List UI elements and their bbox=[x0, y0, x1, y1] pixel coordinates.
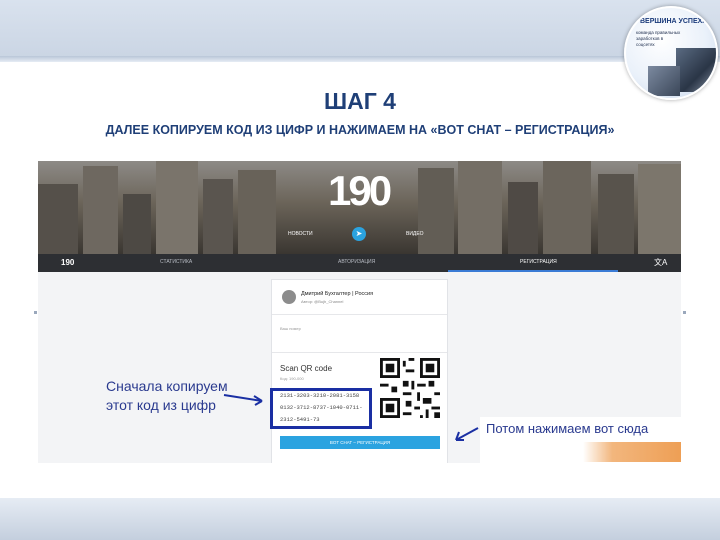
code-highlight-frame bbox=[270, 388, 372, 429]
hero-link-video[interactable]: ВИДЕО bbox=[406, 231, 424, 237]
avatar bbox=[282, 290, 296, 304]
divider bbox=[272, 352, 447, 353]
annotation-line: этот код из цифр bbox=[106, 397, 216, 413]
hero-banner: 190 НОВОСТИ ➤ ВИДЕО bbox=[38, 161, 681, 254]
channel-name: Дмитрий Бухгалтер | Россия bbox=[301, 291, 374, 297]
decor-dot bbox=[34, 311, 37, 314]
nav-item-statistics[interactable]: СТАТИСТИКА bbox=[160, 259, 192, 265]
bot-chat-registration-button[interactable]: BOT CHAT – РЕГИСТРАЦИЯ bbox=[280, 436, 440, 449]
nav-item-authorization[interactable]: АВТОРИЗАЦИЯ bbox=[338, 259, 375, 265]
hero-link-news[interactable]: НОВОСТИ bbox=[288, 231, 313, 237]
bottom-decor-band bbox=[0, 498, 720, 540]
orange-decor-bar bbox=[583, 442, 681, 462]
annotation-copy-code: Сначала копируем этот код из цифр bbox=[106, 377, 228, 415]
annotation-click-here: Потом нажимаем вот сюда bbox=[486, 421, 649, 436]
logo-photo bbox=[676, 48, 716, 92]
divider bbox=[272, 314, 447, 315]
channel-author: Автор: @Bujh_Channel bbox=[301, 299, 344, 304]
active-tab-indicator bbox=[448, 270, 618, 272]
slide-subtitle: ДАЛЕЕ КОПИРУЕМ КОД ИЗ ЦИФР И НАЖИМАЕМ НА… bbox=[105, 123, 615, 137]
step-title: ШАГ 4 bbox=[324, 88, 396, 114]
decor-dot bbox=[683, 311, 686, 314]
field-label: Ваш номер bbox=[280, 326, 301, 331]
qr-title: Scan QR code bbox=[280, 364, 333, 373]
qr-code-icon bbox=[380, 358, 440, 418]
registration-card: Дмитрий Бухгалтер | Россия Автор: @Bujh_… bbox=[271, 279, 448, 463]
qr-subtitle: Код: 190-000 bbox=[280, 376, 304, 381]
site-brand-logo[interactable]: 190 bbox=[328, 167, 392, 215]
translate-icon[interactable]: 文A bbox=[654, 257, 667, 268]
nav-logo[interactable]: 190 bbox=[61, 258, 74, 267]
site-navbar: 190 СТАТИСТИКА АВТОРИЗАЦИЯ РЕГИСТРАЦИЯ 文… bbox=[38, 254, 681, 272]
annotation-line: Сначала копируем bbox=[106, 378, 228, 394]
nav-item-registration[interactable]: РЕГИСТРАЦИЯ bbox=[520, 259, 557, 265]
telegram-icon[interactable]: ➤ bbox=[352, 227, 366, 241]
team-logo: ВЕРШИНА УСПЕХА команда правильных зарабо… bbox=[624, 6, 718, 100]
logo-subtitle: команда правильных заработков в соцсетях bbox=[636, 30, 681, 47]
logo-title: ВЕРШИНА УСПЕХА bbox=[640, 18, 708, 25]
top-decor-band bbox=[0, 0, 720, 62]
